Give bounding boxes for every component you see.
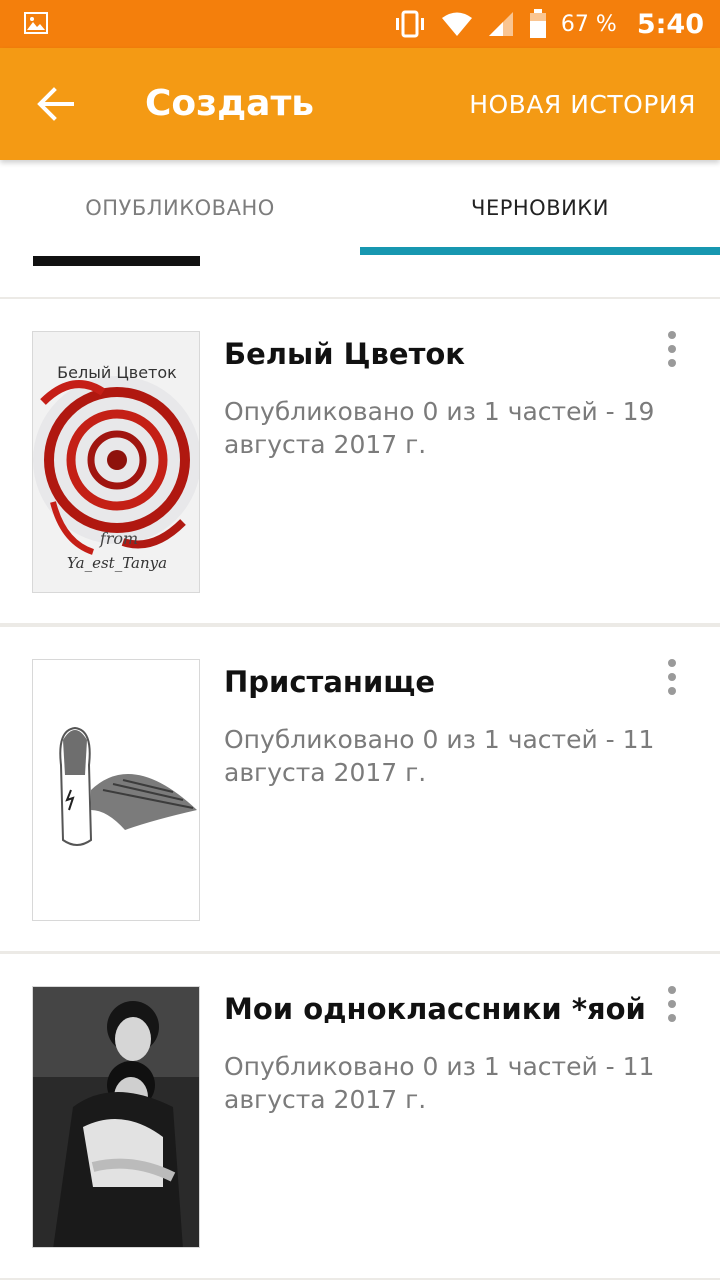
story-title[interactable]: Мои одноклассники *яой [224, 992, 646, 1026]
story-card[interactable]: Белый Цветок from Ya_est_Tanya Белый Цве… [0, 299, 720, 623]
story-cover[interactable] [32, 986, 200, 1248]
story-cover[interactable] [32, 659, 200, 921]
angel-cover-image [33, 660, 199, 920]
rose-cover-image: Белый Цветок from Ya_est_Tanya [33, 332, 199, 592]
story-meta: Опубликовано 0 из 1 частей - 11 августа … [224, 1052, 655, 1114]
page-title: Создать [145, 83, 315, 124]
story-cover[interactable]: Белый Цветок from Ya_est_Tanya [32, 331, 200, 593]
story-meta: Опубликовано 0 из 1 частей - 11 августа … [224, 725, 655, 787]
story-card[interactable]: Мои одноклассники *яой Опубликовано 0 из… [0, 954, 720, 1278]
cover-title: Белый Цветок [57, 363, 177, 382]
cover-from: from [99, 529, 138, 548]
story-meta: Опубликовано 0 из 1 частей - 19 августа … [224, 397, 655, 459]
cover-author: Ya_est_Tanya [67, 554, 167, 572]
new-story-button[interactable]: НОВАЯ ИСТОРИЯ [469, 90, 696, 119]
tab-indicator [360, 247, 720, 255]
wifi-icon [441, 12, 472, 36]
tab-bar: ОПУБЛИКОВАНО ЧЕРНОВИКИ [0, 160, 720, 256]
overflow-menu-icon[interactable] [660, 331, 684, 367]
battery-percent: 67 % [560, 11, 617, 37]
clock: 5:40 [636, 8, 704, 40]
cell-signal-icon [488, 12, 513, 36]
overflow-menu-icon[interactable] [660, 659, 684, 695]
story-title[interactable]: Белый Цветок [224, 337, 465, 371]
tab-published[interactable]: ОПУБЛИКОВАНО [0, 160, 360, 256]
story-title[interactable]: Пристанище [224, 665, 435, 699]
overflow-menu-icon[interactable] [660, 986, 684, 1022]
back-arrow-icon[interactable] [36, 86, 76, 122]
battery-icon [529, 9, 546, 38]
vibrate-icon [395, 10, 424, 38]
tab-drafts[interactable]: ЧЕРНОВИКИ [360, 160, 720, 256]
image-notification-icon [24, 12, 48, 34]
app-bar: Создать НОВАЯ ИСТОРИЯ [0, 48, 720, 160]
story-card[interactable]: Пристанище Опубликовано 0 из 1 частей - … [0, 627, 720, 951]
list-item-partial[interactable] [0, 256, 720, 297]
status-bar: 67 % 5:40 [0, 0, 720, 48]
photo-cover-image [33, 987, 199, 1247]
story-cover [33, 256, 200, 266]
